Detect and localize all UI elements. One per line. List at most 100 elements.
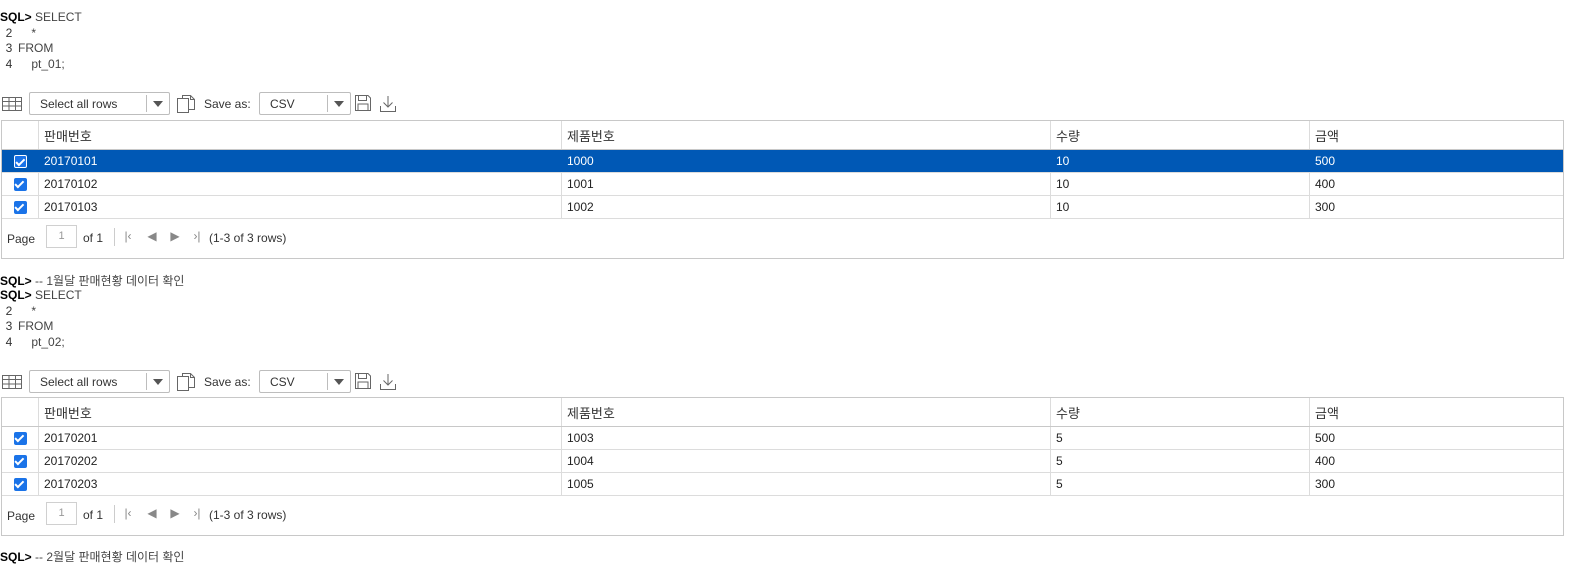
row-checkbox[interactable]: [13, 154, 27, 168]
sql-line-text: pt_01;: [18, 56, 65, 71]
grid-icon[interactable]: [2, 97, 22, 111]
sql-prompt: SQL>: [0, 10, 32, 24]
download-icon[interactable]: [378, 372, 398, 392]
comment-text: -- 1월달 판매현황 데이터 확인: [35, 274, 185, 288]
page-count: of 1: [83, 231, 104, 245]
chevron-down-icon: [153, 101, 163, 107]
row-checkbox[interactable]: [13, 477, 27, 491]
table-cell: 300: [1315, 200, 1336, 214]
chevron-down-icon: [153, 379, 163, 385]
format-dropdown[interactable]: CSV: [259, 370, 351, 393]
result-grid-1: 판매번호 제품번호 수량 금액 20170101 1000 10 500 201…: [1, 120, 1564, 259]
sql-prompt: SQL>: [0, 550, 32, 564]
first-page-icon[interactable]: |‹: [121, 505, 135, 521]
column-header[interactable]: 제품번호: [562, 398, 1051, 426]
prev-page-icon[interactable]: ◀: [145, 228, 159, 244]
grid-header: 판매번호 제품번호 수량 금액: [2, 121, 1563, 150]
table-cell: 1003: [562, 427, 1051, 449]
line-number: 3: [5, 41, 13, 55]
table-row[interactable]: 20170203 1005 5 300: [2, 473, 1563, 496]
table-cell: 20170102: [39, 173, 562, 195]
next-page-icon[interactable]: ▶: [168, 228, 182, 244]
line-number: 4: [5, 56, 13, 71]
first-page-icon[interactable]: |‹: [121, 228, 135, 244]
table-cell: 20170101: [39, 150, 562, 172]
table-cell: 1000: [562, 150, 1051, 172]
select-rows-dropdown[interactable]: Select all rows: [29, 92, 170, 115]
table-row[interactable]: 20170102 1001 10 400: [2, 173, 1563, 196]
page-number-input[interactable]: 1: [46, 502, 77, 525]
format-value: CSV: [270, 375, 295, 389]
format-dropdown[interactable]: CSV: [259, 92, 351, 115]
result-grid-2: 판매번호 제품번호 수량 금액 20170201 1003 5 500 2017…: [1, 397, 1564, 536]
column-header[interactable]: 제품번호: [562, 121, 1051, 149]
select-rows-value: Select all rows: [40, 97, 118, 111]
table-cell: 300: [1315, 477, 1336, 491]
row-checkbox[interactable]: [13, 454, 27, 468]
table-cell: 10: [1051, 173, 1310, 195]
table-cell: 400: [1315, 177, 1336, 191]
next-page-icon[interactable]: ▶: [168, 505, 182, 521]
sql-prompt: SQL>: [0, 274, 32, 288]
table-cell: 500: [1315, 154, 1336, 168]
last-page-icon[interactable]: ›|: [190, 228, 204, 244]
chevron-down-icon: [334, 379, 344, 385]
row-checkbox[interactable]: [13, 431, 27, 445]
sql-statement-2: SQL> SELECT 2 * 3 FROM 4 pt_02;: [0, 288, 82, 350]
select-column-header[interactable]: [2, 398, 39, 426]
table-row[interactable]: 20170201 1003 5 500: [2, 427, 1563, 450]
table-row[interactable]: 20170103 1002 10 300: [2, 196, 1563, 219]
table-cell: 10: [1051, 196, 1310, 218]
table-cell: 400: [1315, 454, 1336, 468]
table-cell: 1001: [562, 173, 1051, 195]
table-cell: 500: [1315, 431, 1336, 445]
table-cell: 10: [1051, 150, 1310, 172]
format-value: CSV: [270, 97, 295, 111]
page-number-input[interactable]: 1: [46, 225, 77, 248]
save-as-label: Save as:: [204, 375, 251, 389]
table-cell: 1005: [562, 473, 1051, 495]
table-row[interactable]: 20170101 1000 10 500: [2, 150, 1563, 173]
download-icon[interactable]: [378, 94, 398, 114]
prev-page-icon[interactable]: ◀: [145, 505, 159, 521]
table-cell: 20170201: [39, 427, 562, 449]
sql-statement-1: SQL> SELECT 2 * 3 FROM 4 pt_01;: [0, 10, 82, 72]
line-number: 2: [5, 25, 13, 40]
grid-header: 판매번호 제품번호 수량 금액: [2, 398, 1563, 427]
grid-icon[interactable]: [2, 375, 22, 389]
floppy-disk-icon[interactable]: [353, 93, 373, 113]
table-cell: 20170202: [39, 450, 562, 472]
select-column-header[interactable]: [2, 121, 39, 149]
sql-line-text: SELECT: [35, 10, 82, 24]
column-header[interactable]: 금액: [1310, 398, 1564, 426]
page-count: of 1: [83, 508, 104, 522]
copy-icon[interactable]: [176, 94, 196, 114]
column-header[interactable]: 수량: [1051, 121, 1310, 149]
floppy-disk-icon[interactable]: [353, 371, 373, 391]
line-number: 4: [5, 334, 13, 349]
sql-comment-2: SQL> -- 2월달 판매현황 데이터 확인: [0, 548, 184, 565]
table-cell: 20170203: [39, 473, 562, 495]
sql-line-text: FROM: [18, 319, 54, 333]
sql-line-text: FROM: [18, 41, 54, 55]
last-page-icon[interactable]: ›|: [190, 505, 204, 521]
column-header[interactable]: 판매번호: [39, 121, 562, 149]
column-header[interactable]: 수량: [1051, 398, 1310, 426]
table-cell: 5: [1051, 450, 1310, 472]
select-rows-value: Select all rows: [40, 375, 118, 389]
row-checkbox[interactable]: [13, 177, 27, 191]
copy-icon[interactable]: [176, 372, 196, 392]
select-rows-dropdown[interactable]: Select all rows: [29, 370, 170, 393]
column-header[interactable]: 판매번호: [39, 398, 562, 426]
row-checkbox[interactable]: [13, 200, 27, 214]
line-number: 3: [5, 319, 13, 333]
chevron-down-icon: [334, 101, 344, 107]
save-as-label: Save as:: [204, 97, 251, 111]
table-cell: 1002: [562, 196, 1051, 218]
table-cell: 5: [1051, 473, 1310, 495]
pagination-bar: Page 1 of 1 |‹ ◀ ▶ ›| (1-3 of 3 rows): [2, 219, 1563, 258]
column-header[interactable]: 금액: [1310, 121, 1564, 149]
table-cell: 20170103: [39, 196, 562, 218]
table-row[interactable]: 20170202 1004 5 400: [2, 450, 1563, 473]
sql-line-text: SELECT: [35, 288, 82, 302]
